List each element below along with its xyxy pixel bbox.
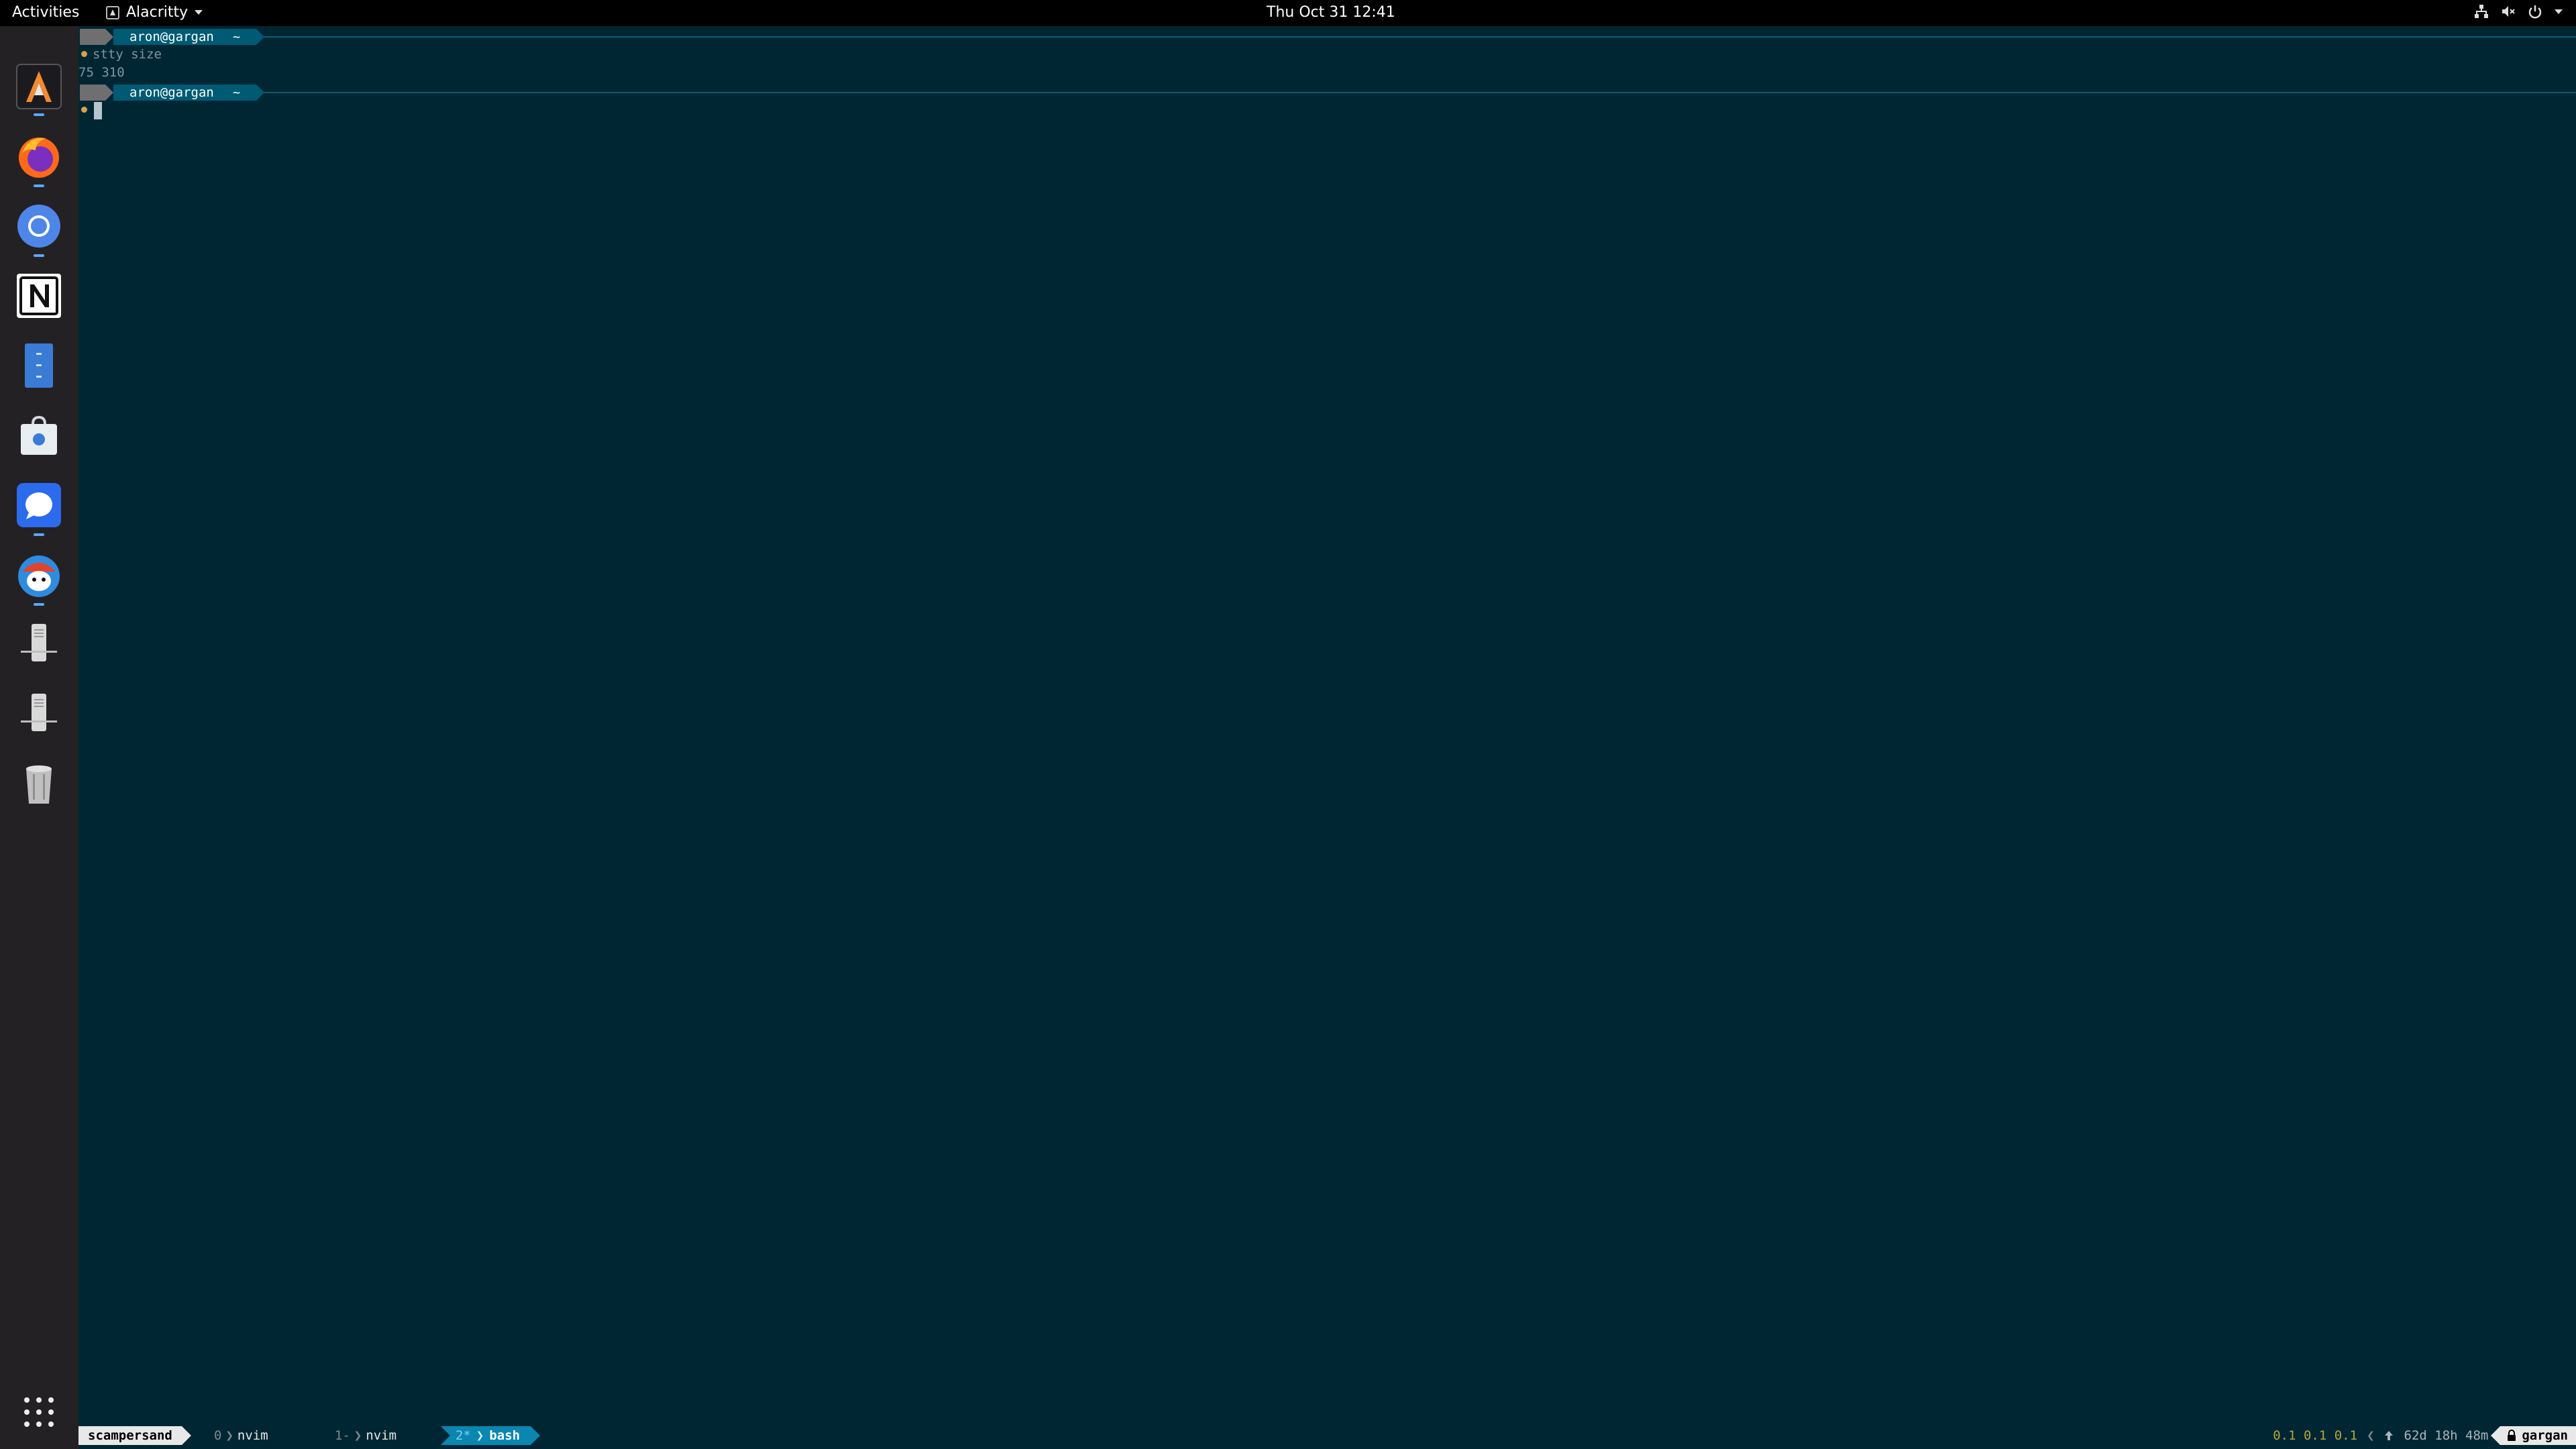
tmux-session-name[interactable]: scampersand xyxy=(78,1426,191,1445)
tmux-status-right: 0.1 0.1 0.1 ❮ 62d 18h 48m gargan xyxy=(2273,1426,2576,1445)
load-average: 0.1 0.1 0.1 xyxy=(2273,1428,2358,1443)
window-flag: * xyxy=(463,1428,471,1443)
window-flag: - xyxy=(342,1428,350,1443)
prompt-status-segment xyxy=(80,85,113,101)
activities-button[interactable]: Activities xyxy=(12,4,79,21)
input-line[interactable] xyxy=(78,101,93,119)
window-name: nvim xyxy=(237,1428,268,1443)
network-icon xyxy=(2475,5,2488,18)
dock-item-firefox[interactable] xyxy=(15,132,63,180)
prompt-line: aron@gargan ~ xyxy=(78,83,2576,102)
window-index: 1 xyxy=(335,1428,343,1443)
prompt-status-segment xyxy=(80,29,113,45)
command-line: stty size xyxy=(78,46,162,63)
running-indicator xyxy=(34,603,44,606)
dock-item-software[interactable] xyxy=(15,411,63,460)
chromium-icon xyxy=(17,205,60,248)
status-dot xyxy=(81,51,87,57)
window-name: nvim xyxy=(366,1428,397,1443)
trash-icon xyxy=(26,765,52,804)
hostname-segment: gargan xyxy=(2491,1426,2576,1445)
prompt-cwd: ~ xyxy=(232,30,241,44)
app-grid-icon xyxy=(24,1397,54,1427)
window-separator: ❯ xyxy=(225,1428,233,1443)
prompt-user-segment: aron@gargan ~ xyxy=(113,85,265,101)
tmux-window-active[interactable]: 2* ❯ bash xyxy=(441,1426,541,1445)
prompt-line: aron@gargan ~ xyxy=(78,28,2576,46)
dock-item-signal[interactable] xyxy=(15,481,63,529)
output-line: 75 310 xyxy=(78,64,125,81)
power-icon xyxy=(2528,5,2542,19)
top-bar: Activities Alacritty Thu Oct 31 12:41 xyxy=(0,0,2576,26)
window-separator: ❯ xyxy=(354,1428,362,1443)
app-mascot-icon xyxy=(18,555,60,597)
dock-item-mascot-app[interactable] xyxy=(15,551,63,599)
running-indicator xyxy=(34,254,44,257)
clock[interactable]: Thu Oct 31 12:41 xyxy=(1267,4,1395,21)
dock-item-alacritty[interactable] xyxy=(15,62,63,111)
running-indicator xyxy=(34,533,44,536)
uptime: 62d 18h 48m xyxy=(2404,1428,2489,1443)
dock-item-trash[interactable] xyxy=(15,760,63,808)
show-applications-button[interactable] xyxy=(15,1388,63,1436)
dock-item-files[interactable] xyxy=(15,341,63,390)
hostname: gargan xyxy=(2522,1428,2568,1443)
window-separator: ❯ xyxy=(476,1428,484,1443)
removable-drive-icon xyxy=(21,624,57,661)
prompt-user-host: aron@gargan xyxy=(129,30,214,44)
firefox-icon xyxy=(19,138,59,178)
files-icon xyxy=(25,343,53,388)
dock-item-notion[interactable] xyxy=(15,272,63,320)
app-menu[interactable]: Alacritty xyxy=(106,4,203,21)
volume-muted-icon xyxy=(2502,6,2515,17)
dock-item-chromium[interactable] xyxy=(15,202,63,250)
software-store-icon xyxy=(21,415,57,455)
dock-item-drive-2[interactable] xyxy=(15,690,63,739)
alacritty-icon xyxy=(106,5,119,19)
status-separator: ❮ xyxy=(2367,1428,2375,1443)
running-indicator xyxy=(34,184,44,187)
text-cursor xyxy=(94,102,102,119)
notion-icon xyxy=(17,274,61,318)
running-indicator xyxy=(34,113,44,116)
tmux-window-1[interactable]: 1- ❯ nvim xyxy=(335,1426,396,1445)
app-menu-label: Alacritty xyxy=(126,4,189,21)
tmux-window-0[interactable]: 0 ❯ nvim xyxy=(214,1426,268,1445)
prompt-user-host: aron@gargan xyxy=(129,85,214,100)
window-index: 2 xyxy=(455,1428,464,1443)
window-index: 0 xyxy=(214,1428,222,1443)
prompt-user-segment: aron@gargan ~ xyxy=(113,29,265,45)
window-name: bash xyxy=(489,1428,521,1443)
dock xyxy=(0,26,78,1449)
terminal-window[interactable]: aron@gargan ~ stty size 75 310 aron@garga… xyxy=(78,26,2576,1423)
chevron-down-icon xyxy=(2555,9,2563,14)
prompt-rule xyxy=(253,36,2576,38)
lock-icon xyxy=(2508,1430,2516,1441)
dock-item-drive-1[interactable] xyxy=(15,621,63,669)
command-output: 75 310 xyxy=(78,65,125,80)
command-text: stty size xyxy=(93,47,162,62)
prompt-rule xyxy=(253,92,2576,93)
system-tray[interactable] xyxy=(2474,4,2563,19)
signal-icon xyxy=(17,483,61,527)
chevron-down-icon xyxy=(195,10,203,15)
prompt-cwd: ~ xyxy=(232,85,241,100)
removable-drive-icon xyxy=(21,694,57,731)
alacritty-icon xyxy=(16,64,62,109)
tmux-status-bar: scampersand 0 ❯ nvim 1- ❯ nvim 2* ❯ bash 0.1 0… xyxy=(78,1423,2576,1449)
arrow-up-icon xyxy=(2384,1431,2393,1440)
status-dot xyxy=(81,107,87,113)
